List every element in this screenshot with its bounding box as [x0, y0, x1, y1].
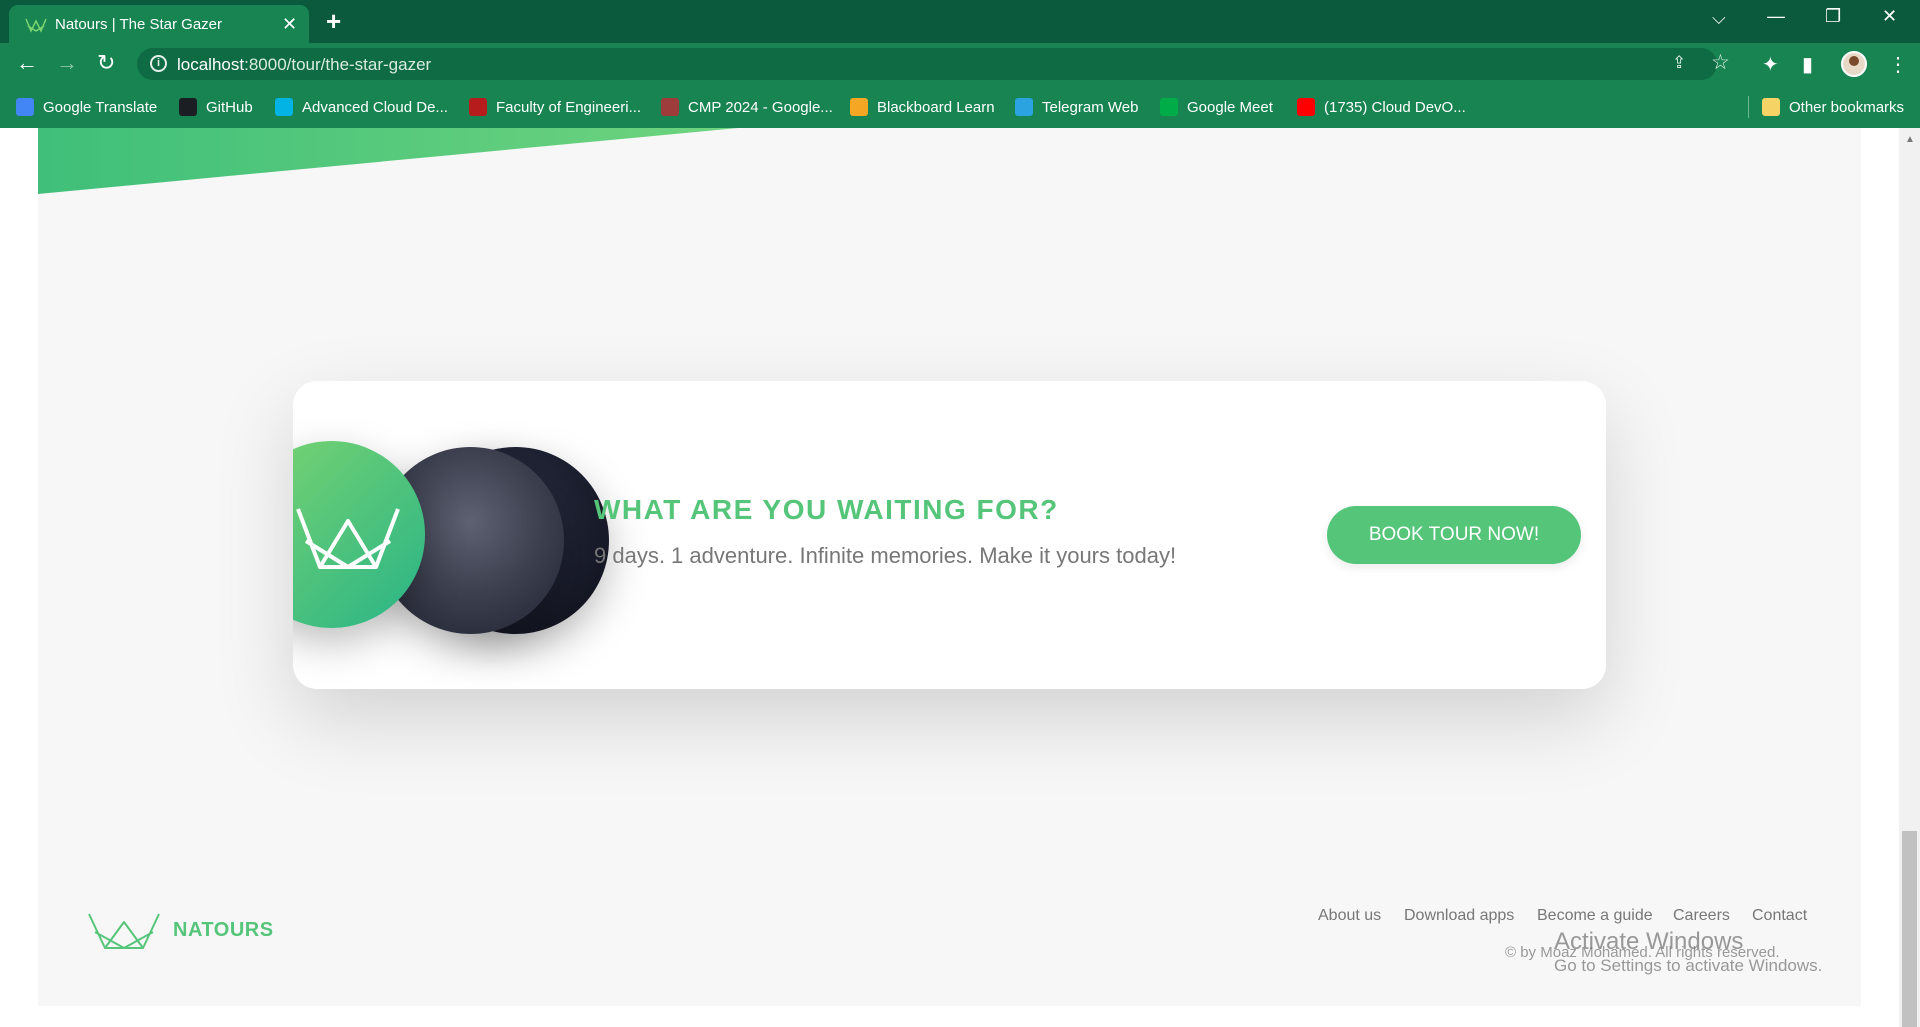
- bookmark-item[interactable]: CMP 2024 - Google...: [661, 96, 833, 118]
- udacity-icon: [275, 98, 293, 116]
- bookmark-item[interactable]: (1735) Cloud DevO...: [1297, 96, 1466, 118]
- footer-link-about[interactable]: About us: [1318, 907, 1381, 925]
- bookmark-item[interactable]: Faculty of Engineeri...: [469, 96, 641, 118]
- tab-title: Natours | The Star Gazer: [55, 16, 223, 33]
- restore-button[interactable]: ❐: [1825, 6, 1841, 27]
- telegram-icon: [1015, 98, 1033, 116]
- natours-favicon-icon: [25, 18, 47, 33]
- bookmark-label: CMP 2024 - Google...: [688, 98, 833, 116]
- activate-windows-title: Activate Windows: [1554, 928, 1744, 955]
- activate-windows-watermark: Activate Windows Go to Settings to activ…: [1554, 928, 1822, 976]
- tab-strip: Natours | The Star Gazer ✕ + ⌵ — ❐ ✕: [0, 0, 1920, 43]
- back-button[interactable]: ←: [16, 50, 38, 76]
- faculty-icon: [469, 98, 487, 116]
- browser-tab[interactable]: Natours | The Star Gazer ✕: [9, 5, 309, 43]
- minimize-button[interactable]: —: [1767, 6, 1785, 27]
- bookmark-item[interactable]: Blackboard Learn: [850, 96, 995, 118]
- bookmark-label: Faculty of Engineeri...: [496, 98, 642, 116]
- footer-link-contact[interactable]: Contact: [1752, 907, 1807, 925]
- bookmark-label: Google Meet: [1187, 98, 1273, 116]
- profile-avatar[interactable]: [1841, 51, 1867, 77]
- browser-toolbar: ← → ↻ i localhost:8000/tour/the-star-gaz…: [0, 43, 1920, 85]
- bookmark-label: Advanced Cloud De...: [302, 98, 448, 116]
- bookmarks-divider: [1748, 96, 1749, 118]
- address-bar[interactable]: i localhost:8000/tour/the-star-gazer ⇪ ☆: [137, 48, 1730, 80]
- cta-heading: WHAT ARE YOU WAITING FOR?: [594, 494, 1059, 525]
- section-cta-slant: [38, 128, 738, 194]
- bookmark-label: Blackboard Learn: [877, 98, 995, 116]
- footer-link-become-guide[interactable]: Become a guide: [1537, 907, 1653, 925]
- other-bookmarks-folder[interactable]: Other bookmarks: [1762, 96, 1904, 118]
- youtube-icon: [1297, 98, 1315, 116]
- page-body: WHAT ARE YOU WAITING FOR? 9 days. 1 adve…: [38, 128, 1861, 1006]
- menu-kebab-icon[interactable]: ⋮: [1888, 52, 1908, 77]
- site-info-icon[interactable]: i: [150, 55, 167, 72]
- reload-button[interactable]: ↻: [97, 50, 115, 76]
- bookmark-item[interactable]: Telegram Web: [1015, 96, 1138, 118]
- bookmark-item[interactable]: Advanced Cloud De...: [275, 96, 448, 118]
- bookmarks-bar: Google Translate GitHub Advanced Cloud De.…: [0, 85, 1920, 128]
- footer-link-careers[interactable]: Careers: [1673, 907, 1730, 925]
- page-viewport: WHAT ARE YOU WAITING FOR? 9 days. 1 adve…: [0, 128, 1920, 1027]
- activate-windows-subtitle: Go to Settings to activate Windows.: [1554, 956, 1823, 975]
- bookmark-label: (1735) Cloud DevO...: [1324, 98, 1466, 116]
- tab-search-icon[interactable]: ⌵: [1712, 8, 1726, 29]
- book-tour-button[interactable]: BOOK TOUR NOW!: [1327, 506, 1581, 564]
- url-path: :8000/tour/the-star-gazer: [244, 55, 432, 74]
- bookmark-item[interactable]: Google Meet: [1160, 96, 1273, 118]
- close-window-button[interactable]: ✕: [1882, 6, 1897, 27]
- bookmark-star-icon[interactable]: ☆: [1711, 50, 1730, 75]
- bookmark-item[interactable]: Google Translate: [16, 96, 157, 118]
- share-icon[interactable]: ⇪: [1672, 53, 1686, 73]
- google-meet-icon: [1160, 98, 1178, 116]
- footer-link-download-apps[interactable]: Download apps: [1404, 907, 1514, 925]
- url-text[interactable]: localhost:8000/tour/the-star-gazer: [177, 55, 431, 75]
- side-panel-icon[interactable]: ▮: [1802, 52, 1813, 77]
- new-tab-button[interactable]: +: [326, 6, 341, 37]
- footer-logo-icon[interactable]: [88, 912, 160, 950]
- scrollbar-thumb[interactable]: [1902, 831, 1917, 1027]
- bookmark-label: Telegram Web: [1042, 98, 1139, 116]
- forward-button[interactable]: →: [56, 50, 78, 76]
- cta-text: 9 days. 1 adventure. Infinite memories. …: [594, 543, 1177, 568]
- bookmark-label: GitHub: [206, 98, 253, 116]
- bookmark-item[interactable]: GitHub: [179, 96, 253, 118]
- bookmark-label: Google Translate: [43, 98, 158, 116]
- extensions-icon[interactable]: ✦: [1762, 52, 1779, 77]
- folder-icon: [1762, 98, 1780, 116]
- globe-icon: [661, 98, 679, 116]
- other-bookmarks-label: Other bookmarks: [1789, 98, 1905, 116]
- blackboard-icon: [850, 98, 868, 116]
- tab-close-icon[interactable]: ✕: [282, 14, 297, 35]
- github-icon: [179, 98, 197, 116]
- url-host: localhost: [177, 55, 245, 74]
- scroll-up-icon[interactable]: ▲: [1905, 134, 1915, 145]
- footer-brand[interactable]: NATOURS: [173, 919, 274, 942]
- cta-card: WHAT ARE YOU WAITING FOR? 9 days. 1 adve…: [293, 381, 1606, 689]
- page-scrollbar[interactable]: ▲: [1899, 128, 1920, 1027]
- natours-logo-icon: [296, 508, 400, 569]
- google-translate-icon: [16, 98, 34, 116]
